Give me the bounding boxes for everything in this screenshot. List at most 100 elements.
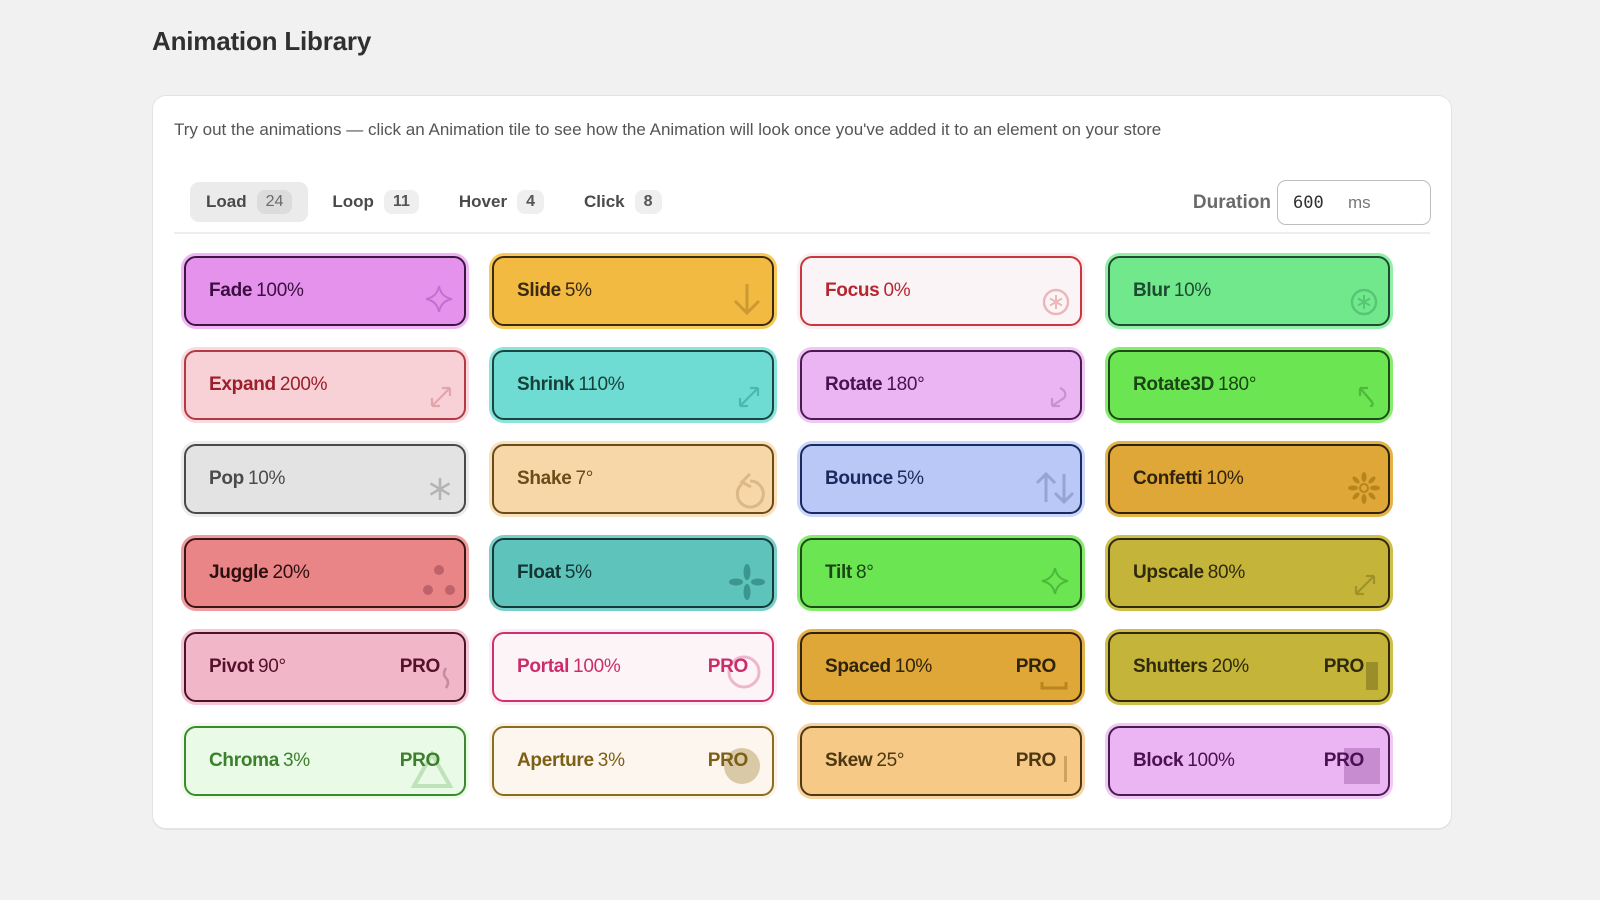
tab-label: Loop xyxy=(332,192,374,211)
shrink-arrows-icon xyxy=(730,376,764,410)
animation-tile-confetti[interactable]: Confetti 10% xyxy=(1108,444,1390,514)
animation-tile-juggle[interactable]: Juggle 20% xyxy=(184,538,466,608)
tile-value: 180° xyxy=(1218,374,1257,395)
animation-tile-spaced[interactable]: Spaced 10% PRO xyxy=(800,632,1082,702)
animation-library-panel: Try out the animations — click an Animat… xyxy=(152,95,1452,829)
tab-label: Load xyxy=(206,192,247,211)
tile-name: Tilt xyxy=(825,562,852,583)
tile-name: Skew xyxy=(825,750,873,771)
tile-name: Aperture xyxy=(517,750,594,771)
pro-badge: PRO xyxy=(1015,750,1057,771)
rotate3d-arrow-icon xyxy=(1346,376,1380,410)
animation-tile-focus[interactable]: Focus 0% xyxy=(800,256,1082,326)
animation-tile-block[interactable]: Block 100% PRO xyxy=(1108,726,1390,796)
tile-value: 100% xyxy=(1187,750,1235,771)
tile-name: Rotate xyxy=(825,374,883,395)
animation-tile-portal[interactable]: Portal 100% PRO xyxy=(492,632,774,702)
animation-tile-shutters[interactable]: Shutters 20% PRO xyxy=(1108,632,1390,702)
animation-tile-aperture[interactable]: Aperture 3% PRO xyxy=(492,726,774,796)
animation-tile-tilt[interactable]: Tilt 8° xyxy=(800,538,1082,608)
tile-name: Shutters xyxy=(1133,656,1208,677)
tile-value: 8° xyxy=(855,562,874,583)
focus-circle-icon xyxy=(1038,282,1072,316)
pro-badge: PRO xyxy=(1323,656,1365,677)
tab-click[interactable]: Click 8 xyxy=(568,182,678,222)
tile-name: Pop xyxy=(209,468,244,489)
animation-tile-blur[interactable]: Blur 10% xyxy=(1108,256,1390,326)
tile-value: 200% xyxy=(279,374,328,395)
tab-hover[interactable]: Hover 4 xyxy=(443,182,560,222)
animation-tile-float[interactable]: Float 5% xyxy=(492,538,774,608)
tile-name: Focus xyxy=(825,280,880,301)
animation-tile-shake[interactable]: Shake 7° xyxy=(492,444,774,514)
pro-badge: PRO xyxy=(1015,656,1057,677)
tab-count-badge: 24 xyxy=(256,190,293,214)
animation-tile-expand[interactable]: Expand 200% xyxy=(184,350,466,420)
undo-icon xyxy=(730,470,765,509)
tile-name: Confetti xyxy=(1133,468,1203,489)
float-cross-icon xyxy=(729,564,765,600)
animation-tile-pop[interactable]: Pop 10% xyxy=(184,444,466,514)
tile-name: Float xyxy=(517,562,561,583)
tile-value: 3% xyxy=(597,750,625,771)
tile-value: 10% xyxy=(1206,468,1244,489)
expand-arrows-icon xyxy=(422,376,456,410)
pro-badge: PRO xyxy=(707,750,749,771)
duration-field[interactable]: ms xyxy=(1277,180,1431,225)
tab-count-badge: 4 xyxy=(517,190,544,214)
expand-arrows-icon xyxy=(1346,564,1380,598)
tile-value: 5% xyxy=(564,562,592,583)
tile-name: Spaced xyxy=(825,656,891,677)
tile-name: Slide xyxy=(517,280,561,301)
animation-type-tabs: Load 24 Loop 11 Hover 4 Click 8 xyxy=(190,182,678,222)
tile-value: 80% xyxy=(1207,562,1245,583)
duration-label: Duration xyxy=(1192,191,1271,213)
tile-value: 20% xyxy=(1211,656,1249,677)
animation-tile-bounce[interactable]: Bounce 5% xyxy=(800,444,1082,514)
tile-value: 100% xyxy=(573,656,621,677)
blur-circle-icon xyxy=(1346,282,1380,316)
tile-name: Chroma xyxy=(209,750,279,771)
tile-value: 3% xyxy=(283,750,310,771)
tab-label: Hover xyxy=(458,192,508,211)
duration-unit: ms xyxy=(1348,192,1371,212)
tile-name: Juggle xyxy=(209,562,269,583)
tile-name: Rotate3D xyxy=(1133,374,1215,395)
tile-value: 10% xyxy=(894,656,932,677)
tile-name: Blur xyxy=(1133,280,1170,301)
tab-loop[interactable]: Loop 11 xyxy=(316,182,434,222)
animation-tile-slide[interactable]: Slide 5% xyxy=(492,256,774,326)
tile-value: 10% xyxy=(248,468,286,489)
tile-value: 0% xyxy=(883,280,911,301)
tile-value: 110% xyxy=(578,374,625,395)
tab-load[interactable]: Load 24 xyxy=(190,182,309,222)
tab-count-badge: 11 xyxy=(383,190,419,214)
animation-tile-fade[interactable]: Fade 100% xyxy=(184,256,466,326)
page-title: Animation Library xyxy=(152,26,372,56)
tile-name: Portal xyxy=(517,656,570,677)
tile-value: 25° xyxy=(876,750,905,771)
tile-name: Expand xyxy=(209,374,276,395)
duration-input[interactable] xyxy=(1293,192,1348,213)
pro-badge: PRO xyxy=(399,750,441,771)
tile-name: Pivot xyxy=(209,656,254,677)
tile-value: 5% xyxy=(896,468,924,489)
tile-value: 180° xyxy=(886,374,925,395)
sparkle-icon xyxy=(422,282,456,316)
animation-tile-upscale[interactable]: Upscale 80% xyxy=(1108,538,1390,608)
animation-tile-pivot[interactable]: Pivot 90° PRO xyxy=(184,632,466,702)
animation-tile-rotate3d[interactable]: Rotate3D 180° xyxy=(1108,350,1390,420)
animation-tile-skew[interactable]: Skew 25° PRO xyxy=(800,726,1082,796)
tile-name: Upscale xyxy=(1133,562,1204,583)
tile-value: 90° xyxy=(257,656,286,677)
tile-name: Shake xyxy=(517,468,572,489)
rotate-arrow-icon xyxy=(1038,376,1072,410)
animation-tile-chroma[interactable]: Chroma 3% PRO xyxy=(184,726,466,796)
sparkle-icon xyxy=(1038,564,1072,598)
pro-badge: PRO xyxy=(399,656,441,677)
tile-value: 20% xyxy=(272,562,310,583)
tile-name: Block xyxy=(1133,750,1184,771)
animation-tile-rotate[interactable]: Rotate 180° xyxy=(800,350,1082,420)
tile-name: Fade xyxy=(209,280,253,301)
animation-tile-shrink[interactable]: Shrink 110% xyxy=(492,350,774,420)
